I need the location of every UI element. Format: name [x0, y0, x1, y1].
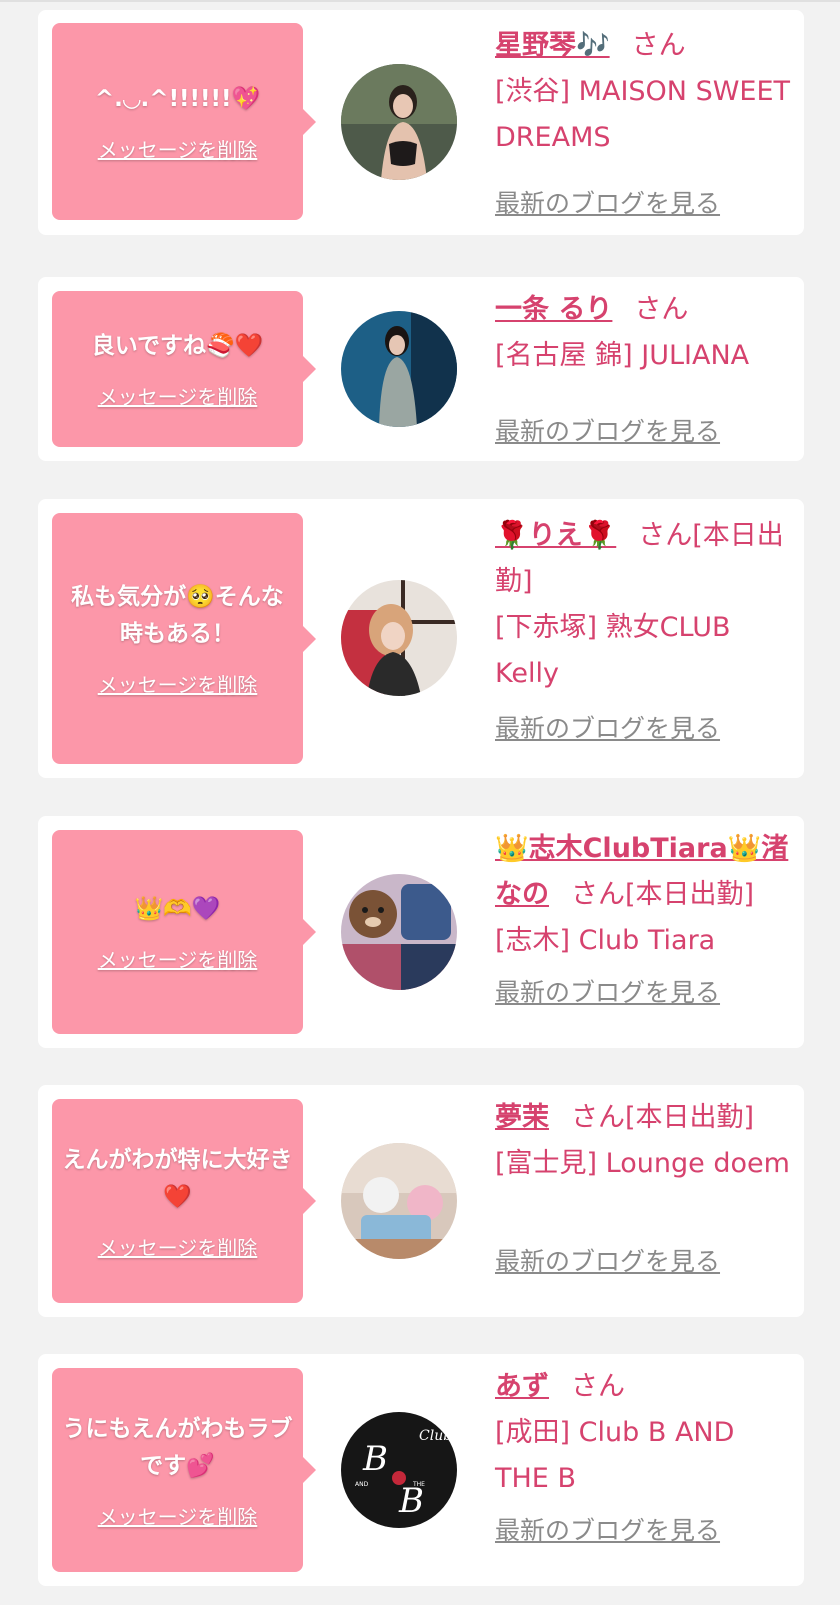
profile-info: 👑志木ClubTiara👑渚なの さん[本日出勤] [志木] Club Tiara	[495, 826, 815, 964]
logo-letter-b1: B	[362, 1439, 388, 1479]
honorific-label: さん[本日出勤]	[571, 879, 755, 910]
avatar[interactable]: Club B B AND THE	[341, 1412, 457, 1528]
profile-name-link[interactable]: 星野琴🎶	[495, 30, 610, 61]
shop-name: Club Tiara	[578, 925, 716, 956]
message-card: ^.◡.^!!!!!!💖 メッセージを削除 星野琴🎶 さん [渋谷] MAISON…	[38, 10, 804, 235]
avatar-photo-icon	[341, 874, 457, 990]
profile-name-link[interactable]: あず	[495, 1371, 549, 1402]
delete-message-link[interactable]: メッセージを削除	[98, 1232, 258, 1261]
message-bubble: うにもえんがわもラブです💕 メッセージを削除	[52, 1368, 316, 1572]
logo-text: Club	[419, 1428, 452, 1444]
profile-name-link[interactable]: 夢茉	[495, 1102, 549, 1133]
latest-blog-link[interactable]: 最新のブログを見る	[495, 1242, 720, 1278]
avatar[interactable]	[341, 874, 457, 990]
avatar-photo-icon	[341, 580, 457, 696]
message-text: 良いですね🍣❤️	[91, 333, 264, 359]
latest-blog-link[interactable]: 最新のブログを見る	[495, 1511, 720, 1547]
shop-label: [志木] Club Tiara	[495, 918, 815, 964]
message-card: 良いですね🍣❤️ メッセージを削除 一条 るり さん [名古屋 錦] JULIAN…	[38, 277, 804, 461]
avatar-photo-icon	[341, 64, 457, 180]
profile-info: あず さん [成田] Club B AND THE B	[495, 1364, 795, 1502]
latest-blog-link[interactable]: 最新のブログを見る	[495, 709, 720, 745]
message-bubble: 良いですね🍣❤️ メッセージを削除	[52, 291, 316, 447]
shop-label: [富士見] Lounge doem	[495, 1141, 795, 1187]
profile-info: 夢茉 さん[本日出勤] [富士見] Lounge doem	[495, 1095, 795, 1187]
message-card: 👑🫶💜 メッセージを削除 👑志木ClubTiara👑渚なの さん[本日出勤] [志…	[38, 816, 804, 1048]
message-card: 私も気分が🥺そんな時もある！ メッセージを削除 🌹りえ🌹 さん[本日出勤] [下赤…	[38, 499, 804, 778]
avatar[interactable]	[341, 1143, 457, 1259]
shop-area: [富士見]	[495, 1148, 598, 1179]
logo-the: THE	[412, 1481, 425, 1488]
delete-message-link[interactable]: メッセージを削除	[98, 669, 258, 698]
profile-info: 星野琴🎶 さん [渋谷] MAISON SWEET DREAMS	[495, 23, 795, 161]
delete-message-link[interactable]: メッセージを削除	[98, 134, 258, 163]
shop-area: [成田]	[495, 1417, 571, 1448]
honorific-label: さん	[634, 294, 689, 325]
profile-name-link[interactable]: 🌹りえ🌹	[495, 520, 616, 551]
shop-area: [下赤塚]	[495, 612, 598, 643]
message-text: 私も気分が🥺そんな時もある！	[71, 584, 284, 647]
shop-area: [志木]	[495, 925, 571, 956]
latest-blog-link[interactable]: 最新のブログを見る	[495, 184, 720, 220]
profile-info: 一条 るり さん [名古屋 錦] JULIANA	[495, 287, 795, 379]
message-bubble: 👑🫶💜 メッセージを削除	[52, 830, 316, 1034]
delete-message-link[interactable]: メッセージを削除	[98, 1501, 258, 1530]
avatar-photo-icon	[341, 311, 457, 427]
message-text: うにもえんがわもラブです💕	[62, 1415, 293, 1479]
message-bubble: 私も気分が🥺そんな時もある！ メッセージを削除	[52, 513, 316, 764]
avatar[interactable]	[341, 580, 457, 696]
latest-blog-link[interactable]: 最新のブログを見る	[495, 973, 720, 1009]
logo-and: AND	[355, 1481, 369, 1488]
shop-area: [渋谷]	[495, 76, 571, 107]
delete-message-link[interactable]: メッセージを削除	[98, 944, 258, 973]
shop-label: [成田] Club B AND THE B	[495, 1410, 795, 1502]
message-bubble: えんがわが特に大好き❤️ メッセージを削除	[52, 1099, 316, 1303]
profile-info: 🌹りえ🌹 さん[本日出勤] [下赤塚] 熟女CLUB Kelly	[495, 513, 795, 697]
message-bubble: ^.◡.^!!!!!!💖 メッセージを削除	[52, 23, 316, 220]
honorific-label: さん[本日出勤]	[571, 1102, 755, 1133]
message-text: えんがわが特に大好き❤️	[62, 1146, 293, 1210]
message-text: 👑🫶💜	[134, 896, 221, 922]
avatar[interactable]	[341, 64, 457, 180]
delete-message-link[interactable]: メッセージを削除	[98, 381, 258, 410]
shop-label: [名古屋 錦] JULIANA	[495, 333, 795, 379]
honorific-label: さん	[631, 30, 686, 61]
shop-label: [下赤塚] 熟女CLUB Kelly	[495, 605, 795, 697]
latest-blog-link[interactable]: 最新のブログを見る	[495, 412, 720, 448]
top-divider	[0, 0, 840, 2]
shop-area: [名古屋 錦]	[495, 340, 633, 371]
profile-name-link[interactable]: 一条 るり	[495, 294, 612, 325]
message-card: うにもえんがわもラブです💕 メッセージを削除 Club B B AND THE …	[38, 1354, 804, 1586]
honorific-label: さん	[571, 1371, 625, 1402]
avatar-photo-icon	[341, 1143, 457, 1259]
shop-name: Lounge doem	[605, 1148, 790, 1179]
avatar-logo-icon: Club B B AND THE	[341, 1412, 457, 1528]
shop-name: JULIANA	[641, 340, 750, 371]
message-text: ^.◡.^!!!!!!💖	[94, 85, 261, 112]
shop-label: [渋谷] MAISON SWEET DREAMS	[495, 69, 795, 161]
avatar[interactable]	[341, 311, 457, 427]
message-card: えんがわが特に大好き❤️ メッセージを削除 夢茉 さん[本日出勤] [富士見] L…	[38, 1085, 804, 1317]
